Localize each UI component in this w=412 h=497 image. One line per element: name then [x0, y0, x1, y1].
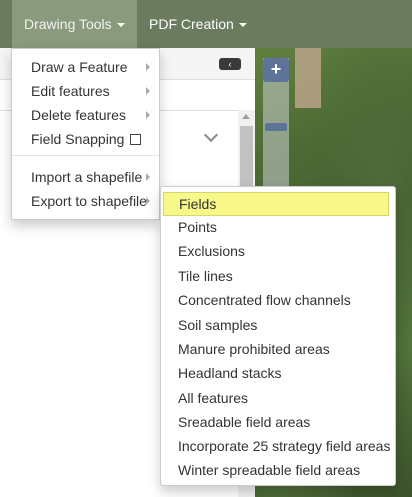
submenu-arrow-icon — [146, 63, 150, 71]
menu-item-label: Field Snapping — [31, 131, 125, 147]
nav-drawing-tools[interactable]: Drawing Tools — [12, 0, 137, 48]
scroll-up-arrow-icon[interactable] — [242, 114, 250, 119]
menu-item-label: Import a shapefile — [31, 169, 143, 185]
menu-divider — [12, 155, 159, 156]
nav-pdf-creation-label: PDF Creation — [149, 16, 234, 32]
submenu-arrow-icon — [146, 197, 150, 205]
menu-item-field-snapping[interactable]: Field Snapping — [12, 127, 159, 151]
nav-drawing-tools-label: Drawing Tools — [24, 16, 112, 32]
drawing-tools-menu: Draw a Feature Edit features Delete feat… — [11, 48, 160, 220]
zoom-in-button[interactable]: + — [263, 58, 289, 82]
caret-down-icon — [116, 23, 125, 28]
menu-item-label: Edit features — [31, 83, 110, 99]
menu-item-edit-features[interactable]: Edit features — [12, 79, 159, 103]
menu-item-draw-feature[interactable]: Draw a Feature — [12, 55, 159, 79]
menu-item-delete-features[interactable]: Delete features — [12, 103, 159, 127]
submenu-arrow-icon — [146, 111, 150, 119]
menu-item-label: Draw a Feature — [31, 59, 128, 75]
map-field-parcel — [295, 48, 321, 108]
submenu-item-exclusions[interactable]: Exclusions — [161, 239, 395, 263]
caret-down-icon — [238, 23, 247, 28]
submenu-item-winter-spreadable-field-areas[interactable]: Winter spreadable field areas — [161, 458, 395, 482]
submenu-item-soil-samples[interactable]: Soil samples — [161, 313, 395, 337]
submenu-arrow-icon — [146, 173, 150, 181]
chevron-down-icon[interactable] — [203, 127, 219, 143]
top-navbar: Drawing Tools PDF Creation — [0, 0, 412, 48]
submenu-item-headland-stacks[interactable]: Headland stacks — [161, 361, 395, 385]
submenu-item-all-features[interactable]: All features — [161, 386, 395, 410]
zoom-slider-handle[interactable] — [265, 123, 287, 131]
submenu-item-manure-prohibited-areas[interactable]: Manure prohibited areas — [161, 337, 395, 361]
field-snapping-checkbox[interactable] — [130, 133, 142, 145]
menu-item-import-shapefile[interactable]: Import a shapefile — [12, 165, 159, 189]
export-shapefile-submenu: Fields Points Exclusions Tile lines Conc… — [160, 186, 396, 486]
menu-item-export-shapefile[interactable]: Export to shapefile — [12, 189, 159, 213]
submenu-item-concentrated-flow-channels[interactable]: Concentrated flow channels — [161, 288, 395, 312]
submenu-item-incorporate-25-strategy[interactable]: Incorporate 25 strategy field areas — [161, 434, 395, 458]
scrollbar-thumb[interactable] — [240, 126, 253, 186]
submenu-item-points[interactable]: Points — [161, 215, 395, 239]
menu-item-label: Delete features — [31, 107, 126, 123]
menu-item-label: Export to shapefile — [31, 193, 147, 209]
nav-pdf-creation[interactable]: PDF Creation — [137, 0, 259, 48]
submenu-arrow-icon — [146, 87, 150, 95]
submenu-item-fields[interactable]: Fields — [163, 192, 389, 216]
submenu-item-spreadable-field-areas[interactable]: Sreadable field areas — [161, 410, 395, 434]
collapse-panel-button[interactable]: ‹ — [219, 58, 241, 70]
submenu-item-tile-lines[interactable]: Tile lines — [161, 264, 395, 288]
